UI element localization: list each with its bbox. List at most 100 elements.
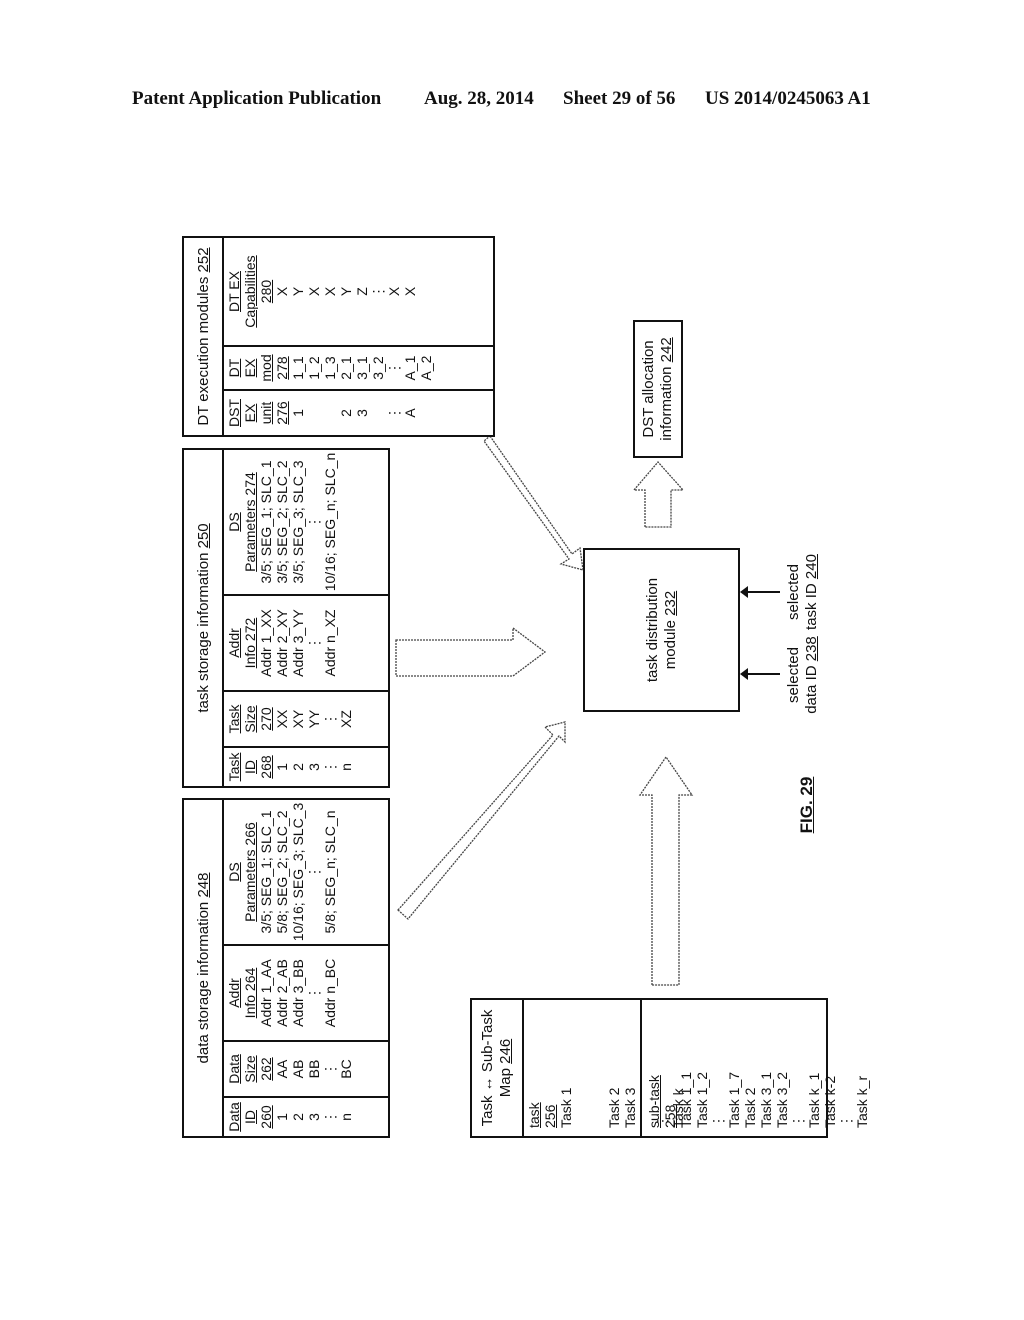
table-cell: ⋮: [386, 361, 402, 375]
table-cell: Z: [354, 287, 370, 296]
table-cell: Y: [338, 286, 354, 297]
table-cell: Task 1_7: [726, 1071, 742, 1128]
table-cell: ⋮: [306, 515, 322, 529]
dst-allocation-label: DST allocation information 242: [640, 337, 676, 440]
dt-execution-ref: 252: [194, 247, 212, 273]
column-header: DST EX unit 276: [226, 391, 290, 435]
figure-canvas: data storage information 248 Data ID 260 1 2…: [0, 0, 1024, 1320]
table-cell: X: [386, 286, 402, 297]
table-cell: 3_1: [354, 356, 370, 380]
column-header: Data ID 260: [226, 1098, 274, 1136]
table-cell: [590, 1000, 606, 1128]
task-id-ref: 240: [803, 554, 820, 580]
table-cell: n: [338, 763, 354, 771]
col-ds-parameters: DS Parameters 266 3/5; SEG_1; SLC_1 5/8; SE…: [222, 800, 388, 946]
table-cell: AA: [274, 1059, 290, 1079]
col-data-size: Data Size 262 AA AB BB ⋮ BC: [222, 1042, 388, 1098]
data-storage-table: data storage information 248 Data ID 260 1 2…: [182, 798, 390, 1138]
table-cell: X: [274, 286, 290, 297]
table-cell: Addr 1_AA: [258, 959, 274, 1027]
table-cell: BB: [306, 1059, 322, 1079]
task-subtask-map-table: Task ↔ Sub-Task Map 246 task 256 Task 1 Ta…: [470, 998, 870, 1138]
col-task: task 256 Task 1 Task 2 Task 3 ⋮ Task k: [522, 1000, 686, 1136]
column-header-line: Capabilities: [242, 255, 258, 328]
block-arrow-data-storage: [397, 721, 566, 920]
table-cell: ⋮: [370, 284, 386, 299]
table-cell: 1_2: [306, 356, 322, 380]
selected-task-id-label: selected task ID 240: [785, 547, 821, 637]
column-header-line: Size: [242, 1055, 258, 1083]
table-cell: 1_3: [322, 356, 338, 380]
column-header-line: sub-task: [646, 1075, 662, 1128]
col-dt-ex-capabilities: DT EX Capabilities 280 X Y X X Y Z ⋮ X X: [222, 238, 493, 347]
table-cell: [418, 391, 434, 435]
column-header-line: 278: [274, 356, 290, 380]
table-cell: Task 1: [558, 1087, 574, 1128]
table-cell: [306, 391, 322, 435]
column-header-line: task: [526, 1102, 542, 1128]
dt-execution-table: DT execution modules 252 DST EX unit 276 1 2…: [182, 236, 495, 437]
data-storage-ref: 248: [194, 872, 212, 898]
column-header-line: 280: [258, 279, 274, 304]
module-ref: 232: [661, 590, 679, 616]
column-header-line: unit: [258, 401, 274, 425]
table-cell: ⋮: [710, 1114, 726, 1128]
block-arrow-task-map: [638, 755, 694, 986]
module-label-line1: task distribution: [643, 577, 661, 683]
table-cell: X: [322, 286, 338, 297]
table-cell: X: [306, 286, 322, 297]
col-addr-info: Addr Info 264 Addr 1_AA Addr 2_AB Addr 3_BB ⋮…: [222, 946, 388, 1042]
table-cell: Task 1_2: [694, 1071, 710, 1128]
table-cell: Task 3_1: [758, 1071, 774, 1128]
table-cell: 3: [306, 1113, 322, 1121]
table-cell: 2_1: [338, 356, 354, 380]
table-cell: Task 1_1: [678, 1071, 694, 1128]
column-header: Addr Info 272: [226, 596, 258, 690]
column-header-line: DS: [226, 862, 242, 882]
data-id-ref: 238: [803, 636, 820, 662]
task-map-ref: 246: [497, 1038, 514, 1064]
table-cell: 10/16; SEG_n; SLC_n: [322, 452, 338, 592]
table-cell: 3_2: [370, 356, 386, 380]
table-cell: 3/5; SEG_2; SLC_2: [274, 460, 290, 584]
column-header: Addr Info 264: [226, 946, 258, 1040]
table-cell: ⋮: [790, 1114, 806, 1128]
table-cell: Task k_1: [806, 1072, 822, 1128]
column-header-line: ID: [242, 760, 258, 774]
table-cell: ⋮: [322, 1062, 338, 1076]
table-cell: Task 3: [622, 1087, 638, 1128]
col-task-size: Task Size 270 XX XY YY ⋮ XZ: [222, 692, 388, 748]
table-cell: 1: [274, 763, 290, 771]
column-header-line: ID: [242, 1110, 258, 1124]
arrowhead-task-id: [740, 586, 748, 598]
table-cell: [574, 1000, 590, 1128]
table-cell: YY: [306, 709, 322, 729]
arrowhead-data-id: [740, 668, 748, 680]
table-cell: Task 3_2: [774, 1071, 790, 1128]
table-cell: ⋮: [386, 406, 402, 420]
task-id-line2: task ID: [803, 583, 820, 630]
column-header-line: DT EX: [226, 271, 242, 312]
task-storage-columns: Task ID 268 1 2 3 ⋮ n Task Size 270 XX XY YY ⋮ XZ Addr…: [222, 450, 388, 786]
table-cell: 3/5; SEG_1; SLC_1: [258, 460, 274, 584]
data-id-line2: data ID: [803, 665, 820, 714]
column-header-line: Info 272: [242, 617, 258, 669]
data-storage-title: data storage information 248: [184, 800, 224, 1136]
column-header: DT EX mod 278: [226, 347, 290, 389]
column-header-line: Data: [226, 1102, 242, 1132]
dst-allocation-information: DST allocation information 242: [633, 320, 683, 458]
table-cell: 3/5; SEG_1; SLC_1: [258, 810, 274, 934]
dst-allocation-line1: DST allocation: [640, 340, 657, 438]
data-storage-title-text: data storage information: [194, 901, 212, 1064]
table-cell: 1: [290, 409, 306, 417]
column-header-line: 258: [662, 1104, 678, 1128]
column-header-line: Addr: [226, 628, 242, 658]
dt-execution-title: DT execution modules 252: [184, 238, 224, 435]
column-header-line: Parameters 274: [242, 472, 258, 572]
column-header-line: 270: [258, 707, 274, 731]
column-header-line: Parameters 266: [242, 822, 258, 922]
task-storage-title-text: task storage information: [194, 552, 212, 713]
table-cell: Task k_r: [854, 1075, 870, 1128]
column-header-line: Task: [226, 752, 242, 782]
col-dt-ex-mod: DT EX mod 278 1_1 1_2 1_3 2_1 3_1 3_2 ⋮ A_1 A_2: [222, 347, 493, 391]
